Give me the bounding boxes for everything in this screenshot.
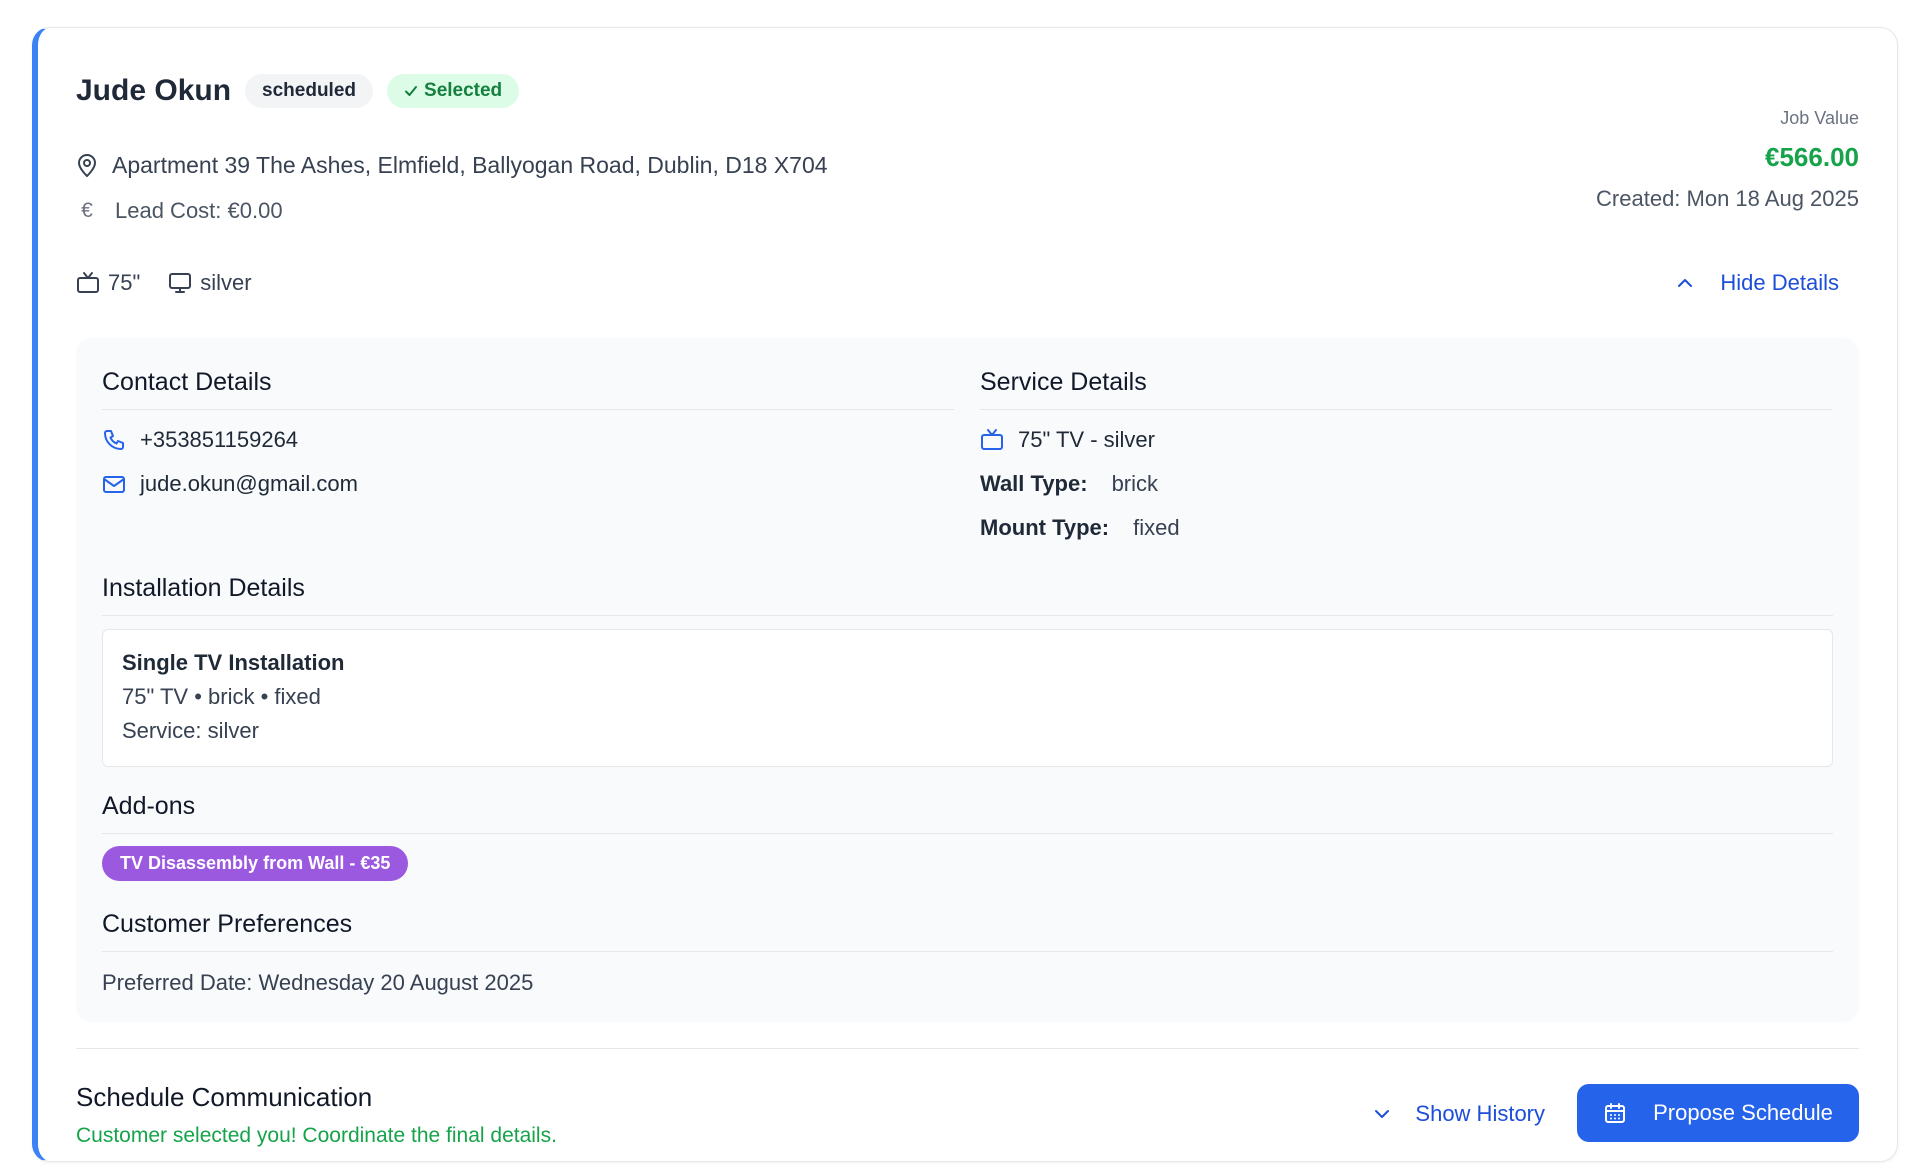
check-icon <box>404 84 418 98</box>
mail-icon <box>102 472 126 496</box>
calendar-icon <box>1603 1101 1627 1125</box>
schedule-title: Schedule Communication <box>76 1082 373 1112</box>
job-header: Jude Okun scheduled Selected <box>76 74 520 108</box>
mount-type-value: fixed <box>1133 515 1180 540</box>
job-value-block: Job Value €566.00 Created: Mon 18 Aug 20… <box>1596 108 1859 212</box>
job-value-label: Job Value <box>1780 108 1859 128</box>
customer-name: Jude Okun <box>76 74 232 107</box>
wall-type-label: Wall Type: <box>980 471 1088 496</box>
address-row: Apartment 39 The Ashes, Elmfield, Ballyo… <box>76 152 828 179</box>
address-text: Apartment 39 The Ashes, Elmfield, Ballyo… <box>112 152 828 178</box>
installation-name: Single TV Installation <box>122 650 345 675</box>
propose-schedule-label: Propose Schedule <box>1653 1100 1833 1125</box>
addons-title: Add-ons <box>102 792 1833 834</box>
schedule-subtitle: Customer selected you! Coordinate the fi… <box>76 1124 557 1147</box>
job-card: Jude Okun scheduled Selected Apartment 3… <box>32 27 1898 1162</box>
installation-details-section: Installation Details Single TV Installat… <box>102 574 1833 767</box>
service-details-section: Service Details 75" TV - silver Wall Typ… <box>980 368 1832 542</box>
tv-size-text: 75" <box>108 270 141 295</box>
phone-row: +353851159264 <box>102 426 954 454</box>
phone-number[interactable]: +353851159264 <box>140 427 298 453</box>
created-date: Created: Mon 18 Aug 2025 <box>1596 186 1859 211</box>
installation-specs: 75" TV • brick • fixed <box>122 684 321 709</box>
hide-details-label: Hide Details <box>1720 270 1839 295</box>
customer-preferences-section: Customer Preferences Preferred Date: Wed… <box>102 910 1833 996</box>
euro-icon: € <box>81 199 93 222</box>
service-tv-text: 75" TV - silver <box>1018 427 1155 452</box>
show-history-button[interactable]: Show History <box>1373 1101 1545 1127</box>
tv-icon <box>980 428 1004 452</box>
lead-cost-text: Lead Cost: €0.00 <box>115 198 283 223</box>
selected-badge-label: Selected <box>424 80 503 101</box>
tv-size-spec: 75" <box>76 270 140 296</box>
lead-cost-row: € Lead Cost: €0.00 <box>76 198 283 224</box>
wall-type-value: brick <box>1111 471 1159 496</box>
section-divider <box>76 1048 1859 1049</box>
tv-service-text: silver <box>200 270 252 295</box>
installation-service: Service: silver <box>122 718 259 743</box>
email-row: jude.okun@gmail.com <box>102 470 954 498</box>
monitor-icon <box>168 271 192 295</box>
show-history-label: Show History <box>1415 1101 1545 1126</box>
phone-icon <box>102 428 126 452</box>
chevron-up-icon <box>1676 274 1694 292</box>
preferred-date: Preferred Date: Wednesday 20 August 2025 <box>102 970 534 995</box>
service-tv-row: 75" TV - silver <box>980 426 1832 454</box>
propose-schedule-button[interactable]: Propose Schedule <box>1577 1084 1859 1142</box>
chevron-down-icon <box>1373 1105 1391 1123</box>
job-value: €566.00 <box>1765 142 1859 172</box>
contact-details-section: Contact Details +353851159264 jude.okun@… <box>102 368 954 498</box>
tv-service-spec: silver <box>168 270 252 296</box>
details-panel: Contact Details +353851159264 jude.okun@… <box>76 338 1859 1022</box>
mount-type-row: Mount Type: fixed <box>980 514 1832 542</box>
mount-type-label: Mount Type: <box>980 515 1110 540</box>
contact-details-title: Contact Details <box>102 368 954 410</box>
status-badge: scheduled <box>245 74 374 108</box>
service-details-title: Service Details <box>980 368 1832 410</box>
tv-spec-row: 75" silver <box>76 270 252 296</box>
tv-icon <box>76 271 100 295</box>
installation-box: Single TV Installation 75" TV • brick • … <box>102 629 1833 767</box>
map-pin-icon <box>76 153 98 178</box>
wall-type-row: Wall Type: brick <box>980 470 1832 498</box>
email-address[interactable]: jude.okun@gmail.com <box>140 471 358 497</box>
hide-details-button[interactable]: Hide Details <box>1676 270 1839 296</box>
selected-badge: Selected <box>387 74 520 108</box>
installation-details-title: Installation Details <box>102 574 1833 616</box>
addons-section: Add-ons TV Disassembly from Wall - €35 <box>102 792 1833 881</box>
addon-pill: TV Disassembly from Wall - €35 <box>102 846 409 881</box>
customer-preferences-title: Customer Preferences <box>102 910 1833 952</box>
